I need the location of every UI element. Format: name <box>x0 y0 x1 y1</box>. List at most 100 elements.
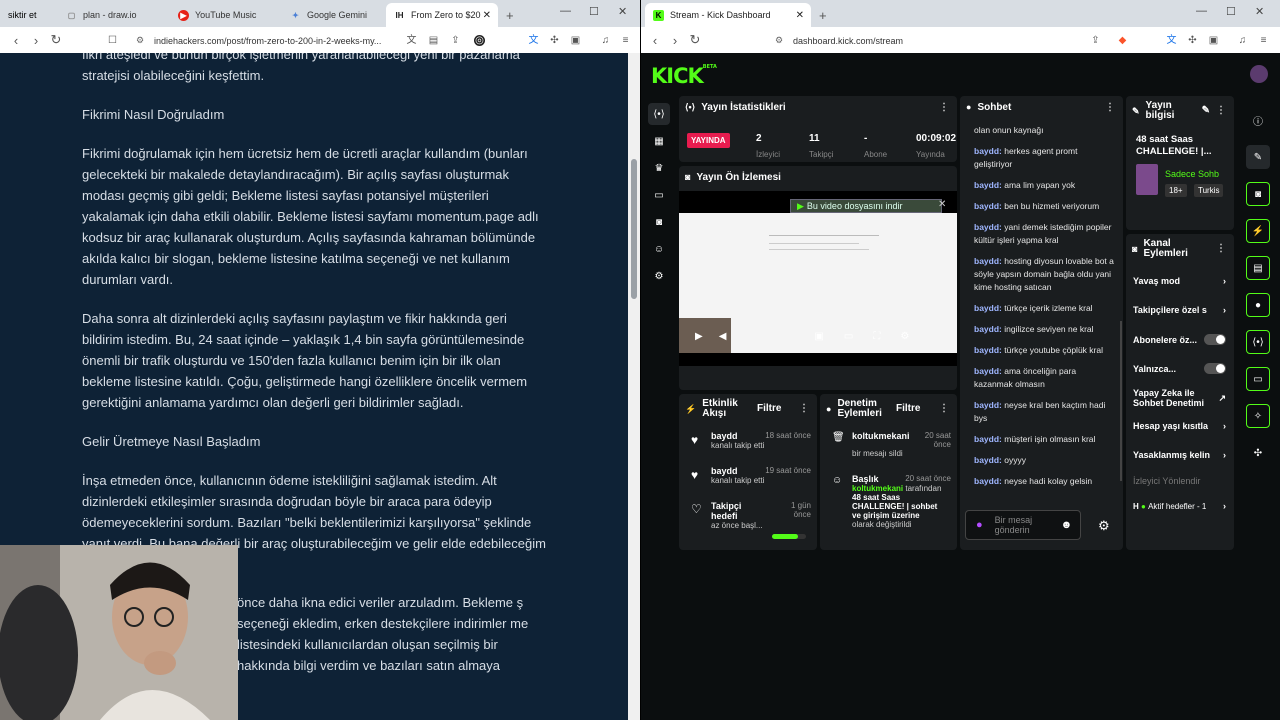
tab-youtube-music[interactable]: ▶ YouTube Music <box>170 3 282 27</box>
close-icon[interactable]: ✕ <box>938 199 946 210</box>
broadcast-icon[interactable]: ⟨•⟩ <box>1246 330 1270 354</box>
message-user[interactable]: baydd: <box>974 366 1002 376</box>
filter-button[interactable]: Filtre <box>757 404 781 414</box>
volume-icon[interactable]: ◀ <box>719 331 727 342</box>
more-icon[interactable]: ⋮ <box>1216 106 1226 116</box>
lightning-icon[interactable]: ⚡ <box>1246 219 1270 243</box>
settings-icon[interactable]: ⚙ <box>900 331 909 342</box>
address-bar[interactable]: ⚙ dashboard.kick.com/stream <box>769 31 1079 50</box>
message-user[interactable]: baydd: <box>974 434 1002 444</box>
chat-settings-icon[interactable]: ⚙ <box>1098 518 1110 534</box>
shield-icon[interactable]: ◎ <box>474 35 485 46</box>
reload-icon[interactable]: ↻ <box>46 32 66 48</box>
minimize-icon[interactable]: — <box>560 5 571 17</box>
chat-bubble-icon[interactable]: ● <box>1246 293 1270 317</box>
reader-icon[interactable]: ▤ <box>428 35 439 46</box>
message-user[interactable]: baydd: <box>974 476 1002 486</box>
stream-nav-icon[interactable]: ⟨•⟩ <box>648 103 670 125</box>
back-icon[interactable]: ‹ <box>6 33 26 48</box>
translate-ext-icon[interactable]: 文 <box>528 35 539 46</box>
close-window-icon[interactable]: ✕ <box>618 5 627 18</box>
more-icon[interactable]: ⋮ <box>799 404 809 414</box>
translate-ext-icon[interactable]: 文 <box>1166 35 1177 46</box>
close-icon[interactable]: ✕ <box>796 10 804 21</box>
message-user[interactable]: baydd: <box>974 455 1002 465</box>
menu-icon[interactable]: ≡ <box>620 35 631 46</box>
tab-siktir-et[interactable]: siktir et <box>0 3 58 27</box>
inbox-icon[interactable]: ▭ <box>1246 367 1270 391</box>
fullscreen-icon[interactable]: ⛶ <box>873 331 880 342</box>
toggle-switch[interactable] <box>1204 363 1226 374</box>
tab-kick-dashboard[interactable]: K Stream - Kick Dashboard ✕ <box>645 3 811 27</box>
tab-gemini[interactable]: ✦ Google Gemini <box>282 3 386 27</box>
close-window-icon[interactable]: ✕ <box>1255 5 1264 18</box>
action-followers-only[interactable]: Takipçilere özel s › <box>1133 305 1226 315</box>
category-name[interactable]: Sadece Sohb <box>1165 169 1219 179</box>
more-icon[interactable]: ⋮ <box>939 404 949 414</box>
more-icon[interactable]: ⋮ <box>939 102 949 113</box>
video-player[interactable]: ▶ Bu video dosyasını indir ✕ ▶ ◀ ▣ ▭ ⛶ ⚙ <box>679 191 957 366</box>
maximize-icon[interactable]: ☐ <box>1226 5 1236 18</box>
message-user[interactable]: baydd: <box>974 303 1002 313</box>
tab-drawio[interactable]: ▢ plan - draw.io <box>58 3 170 27</box>
message-user[interactable]: baydd: <box>974 180 1002 190</box>
settings-nav-icon[interactable]: ⚙ <box>648 265 670 287</box>
theater-icon[interactable]: ▭ <box>844 331 853 342</box>
back-icon[interactable]: ‹ <box>645 33 665 48</box>
kick-logo[interactable]: KICKBETA <box>651 64 717 88</box>
edit-icon[interactable]: ✎ <box>1246 145 1270 169</box>
site-info-icon[interactable]: ⚙ <box>775 35 783 46</box>
maximize-icon[interactable]: ☐ <box>589 5 599 18</box>
site-info-icon[interactable]: ⚙ <box>136 35 144 46</box>
action-active-goals[interactable]: H ● Aktif hedefler - 1 › <box>1133 501 1226 511</box>
menu-icon[interactable]: ≡ <box>1258 35 1269 46</box>
message-user[interactable]: baydd: <box>974 201 1002 211</box>
apps-icon[interactable]: ✣ <box>1246 441 1270 465</box>
screenshot-icon[interactable]: ▣ <box>1208 35 1219 46</box>
action-ai-moderation[interactable]: Yapay Zeka ile Sohbet Denetimi ↗ <box>1133 388 1226 408</box>
bookmark-icon[interactable]: ☐ <box>107 35 118 46</box>
message-user[interactable]: baydd: <box>974 400 1002 410</box>
translate-icon[interactable]: 文 <box>406 35 417 46</box>
play-icon[interactable]: ▶ <box>695 331 703 342</box>
screenshot-icon[interactable]: ▣ <box>570 35 581 46</box>
extensions-icon[interactable]: ✣ <box>1187 35 1198 46</box>
action-only[interactable]: Yalnızca... <box>1133 363 1226 374</box>
chat-input[interactable]: ● Bir mesaj gönderin ☻ <box>965 510 1081 540</box>
pencil-icon[interactable]: ✎ <box>1202 106 1210 116</box>
more-icon[interactable]: ⋮ <box>1216 244 1226 254</box>
extensions-icon[interactable]: ✣ <box>549 35 560 46</box>
camera-icon[interactable]: ◙ <box>1246 182 1270 206</box>
new-tab-button[interactable]: + <box>811 3 835 27</box>
brave-shield-icon[interactable]: ◆ <box>1117 35 1128 46</box>
minimize-icon[interactable]: — <box>1196 5 1207 17</box>
tab-article[interactable]: IH From Zero to $20 ✕ <box>386 3 498 27</box>
camera-nav-icon[interactable]: ◙ <box>648 211 670 233</box>
new-tab-button[interactable]: + <box>498 3 522 27</box>
mic-icon[interactable]: ● <box>976 519 983 531</box>
message-user[interactable]: baydd: <box>974 345 1002 355</box>
trophy-nav-icon[interactable]: ♛ <box>648 157 670 179</box>
message-user[interactable]: baydd: <box>974 146 1002 156</box>
users-nav-icon[interactable]: ☺ <box>648 238 670 260</box>
pip-icon[interactable]: ▣ <box>814 331 823 342</box>
filter-button[interactable]: Filtre <box>896 404 920 414</box>
forward-icon[interactable]: › <box>26 33 46 48</box>
more-icon[interactable]: ⋮ <box>1105 102 1115 113</box>
info-icon[interactable]: ⓘ <box>1246 108 1270 132</box>
dashboard-nav-icon[interactable]: ▦ <box>648 130 670 152</box>
message-user[interactable]: baydd: <box>974 256 1002 266</box>
action-subscribers-only[interactable]: Abonelere öz... <box>1133 334 1226 345</box>
forward-icon[interactable]: › <box>665 33 685 48</box>
action-slow-mode[interactable]: Yavaş mod › <box>1133 276 1226 286</box>
scrollbar[interactable] <box>628 53 640 720</box>
action-account-age[interactable]: Hesap yaşı kısıtla › <box>1133 421 1226 431</box>
toggle-switch[interactable] <box>1204 334 1226 345</box>
clipboard-icon[interactable]: ▤ <box>1246 256 1270 280</box>
inbox-nav-icon[interactable]: ▭ <box>648 184 670 206</box>
share-icon[interactable]: ⇪ <box>1090 35 1101 46</box>
action-banned-words[interactable]: Yasaklanmış kelin › <box>1133 450 1226 460</box>
close-icon[interactable]: ✕ <box>483 10 491 21</box>
avatar[interactable] <box>1250 65 1268 83</box>
scrollbar-thumb[interactable] <box>631 159 637 299</box>
